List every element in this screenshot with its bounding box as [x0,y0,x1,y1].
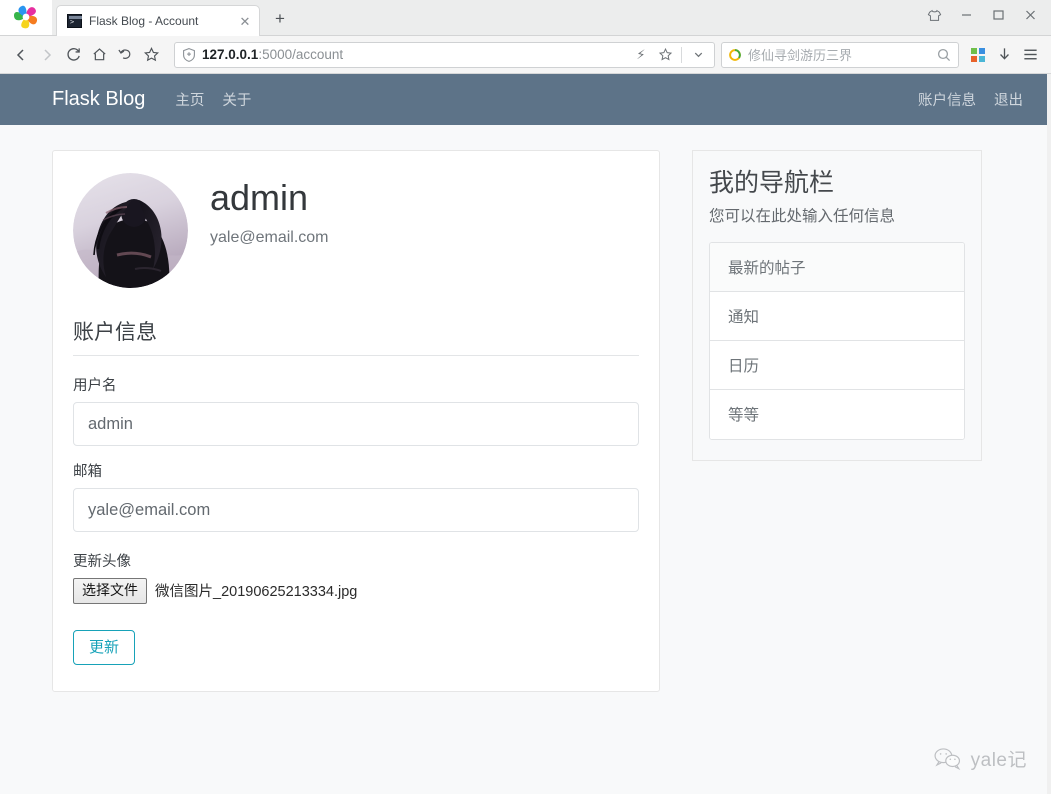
hamburger-menu-icon[interactable] [1017,42,1043,68]
form-group-username: 用户名 [73,374,639,446]
search-box[interactable]: 修仙寻剑游历三界 [721,41,959,68]
page-viewport: Flask Blog 主页 关于 账户信息 退出 admin yale@emai… [0,74,1051,794]
home-icon[interactable] [86,42,112,68]
address-bar-icons: ⚡ [631,44,708,66]
new-tab-button[interactable]: + [266,5,294,33]
star-outline-icon[interactable] [655,44,675,66]
browser-window: Flask Blog - Account ✕ + [0,0,1051,794]
star-icon[interactable] [138,42,164,68]
close-icon[interactable] [1017,4,1043,26]
file-input-row[interactable]: 选择文件 微信图片_20190625213334.jpg [73,578,639,604]
sidebar-list: 最新的帖子 通知 日历 等等 [709,241,965,440]
terminal-favicon [67,14,82,28]
email-label: 邮箱 [73,464,102,480]
scrollbar-track[interactable] [1047,74,1051,794]
browser-logo [0,0,52,35]
wechat-icon [934,747,960,770]
sidebar-item-latest-posts[interactable]: 最新的帖子 [710,242,964,292]
browser-tab[interactable]: Flask Blog - Account ✕ [56,5,260,36]
sidebar-card: 我的导航栏 您可以在此处输入任何信息 最新的帖子 通知 日历 等等 [692,150,982,461]
profile-email: yale@email.com [210,228,329,246]
nav-link-about[interactable]: 关于 [222,89,251,110]
account-form: 账户信息 用户名 邮箱 更新头像 选择文件 微信图片_201906252133 [73,308,639,665]
shield-icon [183,47,195,62]
360-pinwheel-logo [14,5,38,29]
selected-file-name: 微信图片_20190625213334.jpg [155,584,358,601]
site-brand[interactable]: Flask Blog [52,88,145,111]
sidebar-item-calendar[interactable]: 日历 [710,340,964,390]
primary-nav: 主页 关于 [175,89,918,110]
browser-toolbar: 127.0.0.1:5000/account ⚡ 修仙寻剑游历三界 [0,36,1051,74]
account-card: admin yale@email.com 账户信息 用户名 邮箱 [52,150,660,692]
sidebar-subtitle: 您可以在此处输入任何信息 [709,207,896,225]
tab-title: Flask Blog - Account [89,14,199,28]
form-legend: 账户信息 [73,308,639,356]
window-controls [921,4,1043,26]
divider [681,46,682,63]
chevron-right-icon[interactable] [34,42,60,68]
url-path: :5000/account [258,47,344,62]
user-avatar-image [73,173,188,288]
search-input[interactable]: 修仙寻剑游历三界 [748,45,936,64]
nav-link-logout[interactable]: 退出 [994,89,1023,110]
url-host: 127.0.0.1 [202,47,259,62]
tshirt-icon[interactable] [921,4,947,26]
choose-file-button[interactable]: 选择文件 [73,578,147,604]
sidebar-item-announcements[interactable]: 通知 [710,291,964,341]
tab-strip: Flask Blog - Account ✕ + [0,0,1051,36]
chevron-left-icon[interactable] [8,42,34,68]
maximize-icon[interactable] [985,4,1011,26]
lightning-icon[interactable]: ⚡ [631,44,651,66]
apps-grid-icon[interactable] [965,42,991,68]
close-icon[interactable]: ✕ [237,13,253,29]
address-bar[interactable]: 127.0.0.1:5000/account ⚡ [174,41,715,68]
url-text: 127.0.0.1:5000/account [202,47,631,62]
sidebar-title: 我的导航栏 [709,169,835,197]
avatar [73,173,188,288]
form-actions: 更新 [73,629,639,665]
email-input[interactable] [73,488,639,532]
watermark-text: yale记 [970,750,1027,771]
profile-meta: admin yale@email.com [210,173,329,247]
profile-header: admin yale@email.com [73,173,639,308]
avatar-upload-label: 更新头像 [73,554,131,570]
search-icon[interactable] [936,47,952,63]
username-input[interactable] [73,402,639,446]
secondary-nav: 账户信息 退出 [918,89,1051,110]
chevron-down-icon[interactable] [688,44,708,66]
reload-icon[interactable] [60,42,86,68]
username-label: 用户名 [73,378,117,394]
nav-link-account[interactable]: 账户信息 [918,89,976,110]
update-button[interactable]: 更新 [73,629,136,665]
page-content: admin yale@email.com 账户信息 用户名 邮箱 [0,125,1051,692]
watermark: yale记 [933,745,1027,772]
page-title: admin [210,177,309,218]
site-navbar: Flask Blog 主页 关于 账户信息 退出 [0,74,1051,125]
form-group-email: 邮箱 [73,460,639,532]
360-search-logo [729,48,741,61]
download-arrow-icon[interactable] [991,42,1017,68]
form-group-avatar: 更新头像 选择文件 微信图片_20190625213334.jpg [73,550,639,604]
sidebar-item-etc[interactable]: 等等 [710,389,964,439]
nav-link-home[interactable]: 主页 [175,89,204,110]
undo-arrow-icon[interactable] [112,42,138,68]
minimize-icon[interactable] [953,4,979,26]
